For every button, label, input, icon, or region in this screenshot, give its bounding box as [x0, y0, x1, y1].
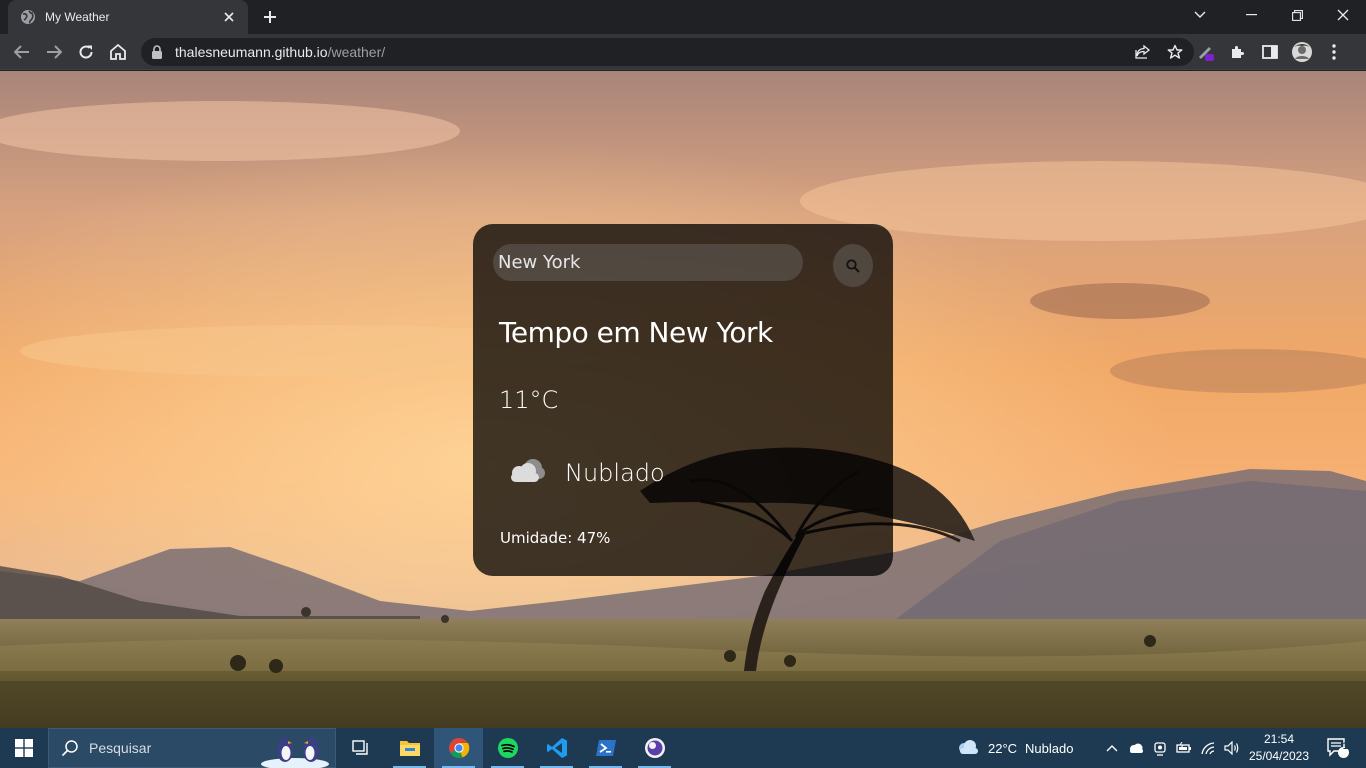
- search-highlight-illustration-icon: [257, 731, 331, 768]
- close-window-icon[interactable]: [1320, 0, 1366, 30]
- weather-card: Tempo em New York 11°C Nublado Umidade: …: [473, 224, 893, 576]
- browser-tab-bar: My Weather: [0, 0, 1366, 34]
- restore-icon[interactable]: [1274, 0, 1320, 30]
- app-launcher-icon[interactable]: [630, 728, 679, 768]
- tab-title: My Weather: [45, 10, 110, 24]
- taskbar-weather-desc: Nublado: [1025, 740, 1074, 756]
- url-text[interactable]: thalesneumann.github.io/weather/: [175, 44, 385, 60]
- lock-icon[interactable]: [151, 45, 165, 59]
- share-icon[interactable]: [1132, 41, 1154, 63]
- cloud-icon: [505, 456, 547, 486]
- system-tray: [1100, 728, 1244, 768]
- forward-arrow-icon[interactable]: [38, 36, 70, 68]
- minimize-icon[interactable]: [1228, 0, 1274, 30]
- chevron-up-icon[interactable]: [1100, 728, 1124, 768]
- wifi-icon[interactable]: [1196, 728, 1220, 768]
- profile-avatar[interactable]: [1288, 38, 1316, 66]
- search-icon: [846, 258, 860, 273]
- tab-search-chevron-icon[interactable]: [1178, 0, 1222, 30]
- cloud-icon: [956, 739, 980, 757]
- file-explorer-icon[interactable]: [385, 728, 434, 768]
- browser-toolbar: thalesneumann.github.io/weather/: [0, 34, 1366, 70]
- new-tab-icon[interactable]: [258, 6, 282, 28]
- powershell-icon[interactable]: [581, 728, 630, 768]
- taskbar: Pesquisar 22°C Nublado 21:54 25/04/2023 …: [0, 728, 1366, 768]
- url-path: /weather/: [327, 44, 386, 60]
- city-search-input[interactable]: [493, 244, 803, 281]
- search-icon: [61, 739, 79, 757]
- taskbar-search-box[interactable]: Pesquisar: [48, 728, 336, 768]
- back-arrow-icon[interactable]: [6, 36, 38, 68]
- temperature: 11°C: [499, 386, 559, 414]
- task-view-icon[interactable]: [336, 728, 385, 768]
- weather-description: Nublado: [565, 459, 665, 487]
- more-options-icon[interactable]: [1320, 38, 1348, 66]
- bookmark-star-icon[interactable]: [1164, 41, 1186, 63]
- chrome-icon[interactable]: [434, 728, 483, 768]
- taskbar-clock[interactable]: 21:54 25/04/2023: [1246, 731, 1312, 765]
- reload-icon[interactable]: [70, 36, 102, 68]
- home-icon[interactable]: [102, 36, 134, 68]
- page-viewport: Tempo em New York 11°C Nublado Umidade: …: [0, 71, 1366, 728]
- address-bar[interactable]: thalesneumann.github.io/weather/: [141, 38, 1194, 66]
- battery-icon[interactable]: [1172, 728, 1196, 768]
- close-tab-icon[interactable]: [220, 8, 238, 26]
- spotify-icon[interactable]: [483, 728, 532, 768]
- taskbar-weather-temp: 22°C: [988, 740, 1018, 756]
- notification-center-icon[interactable]: 1: [1318, 728, 1358, 768]
- side-panel-icon[interactable]: [1256, 38, 1284, 66]
- vscode-icon[interactable]: [532, 728, 581, 768]
- url-host: thalesneumann.github.io: [175, 44, 328, 60]
- globe-icon: [20, 9, 36, 25]
- onedrive-cloud-icon[interactable]: [1124, 728, 1148, 768]
- windows-start-icon[interactable]: [0, 728, 48, 768]
- extensions-puzzle-icon[interactable]: [1224, 38, 1252, 66]
- city-title: Tempo em New York: [499, 316, 773, 349]
- window-controls: [1178, 0, 1366, 34]
- extension-pen-icon[interactable]: [1192, 38, 1220, 66]
- search-button[interactable]: [833, 244, 873, 287]
- meet-now-icon[interactable]: [1148, 728, 1172, 768]
- taskbar-weather-widget[interactable]: 22°C Nublado: [956, 728, 1073, 768]
- volume-icon[interactable]: [1220, 728, 1244, 768]
- browser-tab[interactable]: My Weather: [8, 0, 248, 34]
- humidity: Umidade: 47%: [500, 529, 611, 547]
- clock-time: 21:54: [1263, 732, 1295, 746]
- clock-date: 25/04/2023: [1248, 749, 1310, 763]
- taskbar-search-placeholder: Pesquisar: [89, 740, 152, 756]
- notification-count-badge: 1: [1342, 741, 1349, 752]
